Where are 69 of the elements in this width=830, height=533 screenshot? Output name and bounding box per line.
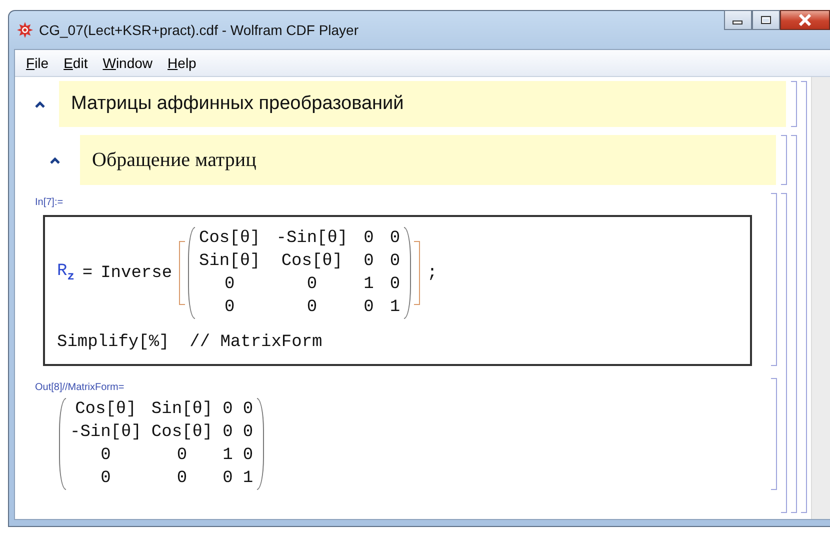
parenthesis-icon [188,227,196,319]
matrix-entry: 0 [176,469,188,488]
cell-bracket[interactable] [781,135,787,185]
equals-sign: = [82,264,93,282]
matrix-entry: Cos[θ] [281,252,343,271]
matrix-entry: 0 [224,275,235,294]
matrix-entry: -Sin[θ] [70,423,142,442]
parenthesis-icon [59,398,66,490]
parenthesis-icon [257,398,264,490]
cell-bracket[interactable] [771,378,777,490]
cell-bracket[interactable] [801,81,807,513]
code-line: Simplify[%] // MatrixForm [57,333,324,352]
function-name: Inverse [100,264,172,282]
cell-label: Out[8]//MatrixForm= [35,382,126,395]
matrix-entry: 0 [176,446,188,465]
matrix-entry: 0 [390,252,400,271]
matrix-entry: 0 [390,229,400,248]
cell-bracket[interactable] [791,81,797,127]
matrix-entry: 0 [224,298,235,317]
matrix-entry: Cos[θ] [75,400,136,419]
matrix-entry: 1 [390,298,400,317]
close-icon [798,14,812,26]
chevron-icon[interactable] [50,156,60,164]
matrix-entry: Cos[θ] [151,423,213,442]
matrix-entry: 1 [364,275,374,294]
menu-item[interactable]: Help [168,55,196,71]
input-field[interactable]: R$_{z}$ = Inverse Cos[θ] -Sin[θ] 0 0 Sin[θ] Cos[θ] 0 0 0 0 1 0 0 0 0 1 ; Simplify[%] // MatrixForm [43,215,752,366]
matrix-entry: 0 [100,446,111,465]
matrix-entry: 0 [364,252,374,271]
menu-item[interactable]: Edit [64,55,88,71]
close-button[interactable] [780,10,830,30]
matrix-entry: 0 [364,229,374,248]
matrix-entry: 0 [242,400,254,419]
parenthesis-icon [404,227,412,319]
cell-label: In[7]:= [35,197,64,210]
matrix-entry: Sin[θ] [151,400,213,419]
matrix-entry: 0 [364,298,374,317]
cell-bracket[interactable] [781,193,787,513]
subsection-heading: Обращение матриц [80,135,776,185]
matrix-entry: -Sin[θ] [276,229,348,248]
chevron-icon[interactable] [35,100,45,108]
star-icon [17,22,33,38]
cell-bracket[interactable] [771,193,777,366]
bracket-icon [414,241,420,305]
matrix-entry: 0 [242,423,254,442]
section-heading: Матрицы аффинных преобразований [59,81,786,127]
matrix-entry: 0 [222,423,233,442]
menu-item[interactable]: Window [102,55,153,71]
semicolon: ; [427,264,438,282]
matrix-entry: 1 [222,446,233,465]
matrix-entry: 0 [222,469,233,488]
matrix-entry: 0 [222,400,233,419]
matrix-entry: Cos[θ] [199,229,260,248]
minimize-button[interactable] [724,10,752,30]
maximize-icon [760,15,772,25]
scrollbar[interactable] [811,77,830,519]
maximize-button[interactable] [752,10,780,30]
matrix-entry: 0 [306,275,318,294]
matrix-entry: 0 [390,275,400,294]
matrix-entry: 0 [100,469,111,488]
menu-item[interactable]: File [26,55,49,71]
window-title: CG_07(Lect+KSR+pract).cdf - Wolfram CDF Player [39,22,359,38]
matrix-entry: 0 [306,298,318,317]
matrix-entry: 0 [242,446,254,465]
cell-bracket[interactable] [791,135,797,513]
bracket-icon [179,241,186,305]
matrix-entry: 1 [242,469,254,488]
symbol-name: R$_{z}$ [57,262,74,284]
matrix-entry: Sin[θ] [199,252,260,271]
